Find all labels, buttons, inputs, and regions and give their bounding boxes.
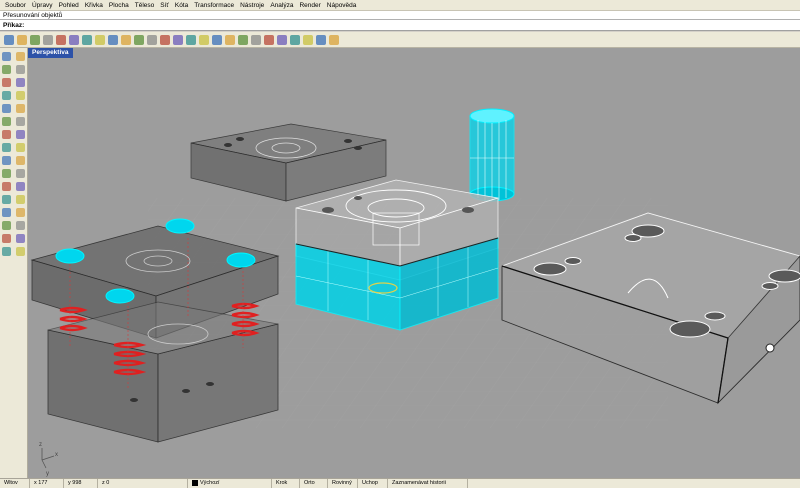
menu-10[interactable]: Analýza [267,0,296,11]
scale-icon[interactable] [15,182,25,191]
surface-icon[interactable] [2,117,12,126]
history-toggle[interactable]: Zaznamenávat historii [388,479,468,488]
loft-icon[interactable] [15,117,25,126]
menu-11[interactable]: Render [296,0,323,11]
menu-3[interactable]: Křivka [82,0,106,11]
menu-2[interactable]: Pohled [56,0,82,11]
standard-toolbar [0,32,800,48]
axis-x-label: x [55,452,58,458]
help-icon[interactable] [329,34,339,45]
curve-icon[interactable] [15,65,25,74]
fillet-icon[interactable] [15,143,25,152]
curve-edit-icon[interactable] [15,104,25,113]
status-y: y 998 [64,479,98,488]
mirror-icon[interactable] [2,195,12,204]
polygon-icon[interactable] [2,104,12,113]
copy-icon[interactable] [15,169,25,178]
planar-toggle[interactable]: Rovinný [328,479,358,488]
osnap-toggle[interactable]: Uchop [358,479,388,488]
render-icon[interactable] [290,34,300,45]
menu-1[interactable]: Úpravy [29,0,56,11]
tool-palette [0,48,28,478]
menu-8[interactable]: Transformace [191,0,237,11]
cylinder-icon[interactable] [15,130,25,139]
status-layer[interactable]: Výchozí [188,479,272,488]
copy-icon[interactable] [82,34,92,45]
menu-5[interactable]: Těleso [132,0,158,11]
zoom-icon[interactable] [147,34,157,45]
sphere-icon[interactable] [303,34,313,45]
perspective-viewport[interactable]: Perspektiva x y z [28,48,800,478]
redraw-icon[interactable] [199,34,209,45]
pan-icon[interactable] [121,34,131,45]
split-icon[interactable] [15,208,25,217]
status-bar: Wltov x 177 y 998 z 0 Výchozí Krok Orto … [0,478,800,488]
menu-0[interactable]: Soubor [2,0,29,11]
command-history: Přesunování objektů [0,11,800,20]
grid-icon[interactable] [212,34,222,45]
zoom-window-icon[interactable] [160,34,170,45]
undo-icon[interactable] [108,34,118,45]
menu-7[interactable]: Kóta [172,0,191,11]
new-icon[interactable] [4,34,14,45]
zoom-extents-icon[interactable] [173,34,183,45]
ortho-icon[interactable] [316,34,326,45]
box-icon[interactable] [2,130,12,139]
arc-icon[interactable] [15,78,25,87]
command-prompt[interactable]: Příkaz: [0,20,800,31]
selected-cylinder[interactable] [469,108,515,202]
array-icon[interactable] [15,195,25,204]
rotate-icon[interactable] [2,182,12,191]
center-assembly[interactable] [295,179,499,331]
trim-icon[interactable] [2,208,12,217]
paste-icon[interactable] [95,34,105,45]
polyline-icon[interactable] [2,65,12,74]
menu-4[interactable]: Plocha [106,0,132,11]
analyze-icon[interactable] [15,247,25,256]
snap-icon[interactable] [225,34,235,45]
axis-y-label: y [46,471,49,477]
viewport-title[interactable]: Perspektiva [28,48,73,58]
viewport-canvas[interactable]: x y z [28,48,800,478]
layer-name: Výchozí [200,480,220,486]
zoom-selected-icon[interactable] [186,34,196,45]
point-icon[interactable] [15,52,25,61]
cut-icon[interactable] [69,34,79,45]
move-icon[interactable] [2,169,12,178]
material-icon[interactable] [277,34,287,45]
select-icon[interactable] [2,52,12,61]
left-mold-assembly[interactable] [30,218,280,443]
open-icon[interactable] [17,34,27,45]
join-icon[interactable] [2,221,12,230]
axis-z-label: z [39,442,42,448]
menu-9[interactable]: Nástroje [237,0,267,11]
save-icon[interactable] [30,34,40,45]
menu-bar: Soubor Úpravy Pohled Křivka Plocha Těleso Síť K… [0,0,800,11]
mesh-icon[interactable] [2,156,12,165]
import-icon[interactable] [56,34,66,45]
status-cplane: Wltov [0,479,30,488]
status-x: x 177 [30,479,64,488]
group-icon[interactable] [2,234,12,243]
layer-icon[interactable] [15,234,25,243]
rectangle-icon[interactable] [15,91,25,100]
display-icon[interactable] [238,34,248,45]
light-icon[interactable] [251,34,261,45]
boolean-icon[interactable] [2,143,12,152]
explode-icon[interactable] [15,221,25,230]
layer-color-swatch [192,479,198,486]
ellipse-icon[interactable] [2,91,12,100]
rotate-icon[interactable] [134,34,144,45]
print-icon[interactable] [43,34,53,45]
color-icon[interactable] [264,34,274,45]
circle-icon[interactable] [2,78,12,87]
ortho-toggle[interactable]: Orto [300,479,328,488]
menu-12[interactable]: Nápověda [324,0,360,11]
menu-6[interactable]: Síť [157,0,172,11]
status-z: z 0 [98,479,188,488]
properties-icon[interactable] [2,247,12,256]
snap-toggle[interactable]: Krok [272,479,300,488]
dim-icon[interactable] [15,156,25,165]
